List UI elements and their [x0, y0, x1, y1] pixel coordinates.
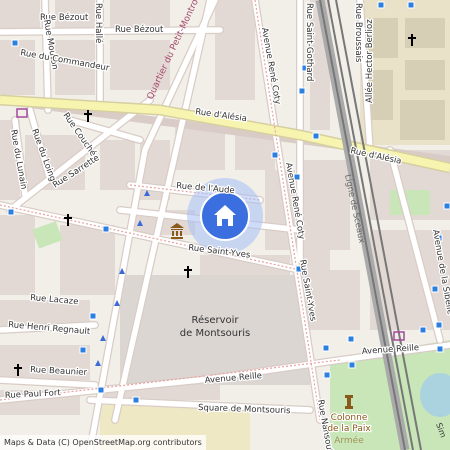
- label-rue-halle: Rue Hallé: [93, 3, 104, 43]
- label-rue-bezout-2: Rue Bézout: [115, 24, 164, 35]
- map-canvas[interactable]: Rue Bézout Rue Bézout Rue Hallé Rue Mout…: [0, 0, 450, 450]
- label-reservoir-line1: Réservoir: [191, 314, 239, 326]
- label-rue-broussais: Rue Broussais: [353, 3, 363, 63]
- label-rue-saint-gothard: Rue Saint-Gothard: [304, 3, 314, 81]
- label-armee: Armée: [334, 435, 364, 446]
- label-allee-hector-berlioz: Allée Hector Berlioz: [364, 19, 375, 103]
- label-reservoir-line2: de Montsouris: [180, 328, 250, 339]
- label-colonne-line2: de la Paix: [327, 424, 371, 434]
- map-attribution[interactable]: Maps & Data (C) OpenStreetMap.org contri…: [0, 435, 206, 450]
- label-colonne-line1: Colonne: [331, 413, 368, 423]
- map-view[interactable]: Rue Bézout Rue Bézout Rue Hallé Rue Mout…: [0, 0, 450, 450]
